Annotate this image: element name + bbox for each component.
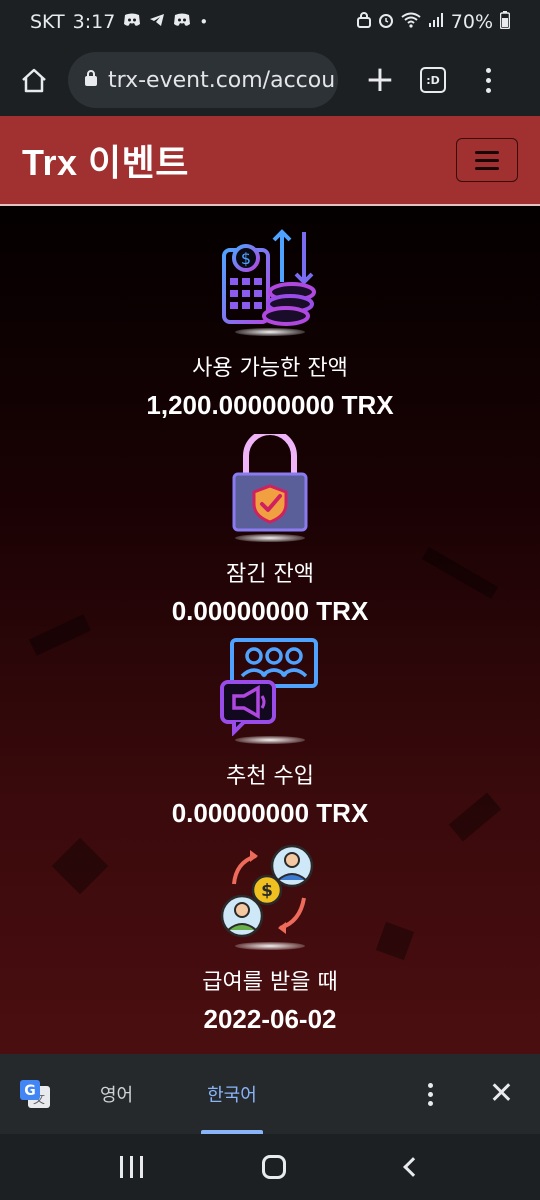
icon-glow — [235, 942, 305, 950]
card-label: 사용 가능한 잔액 — [192, 356, 348, 381]
referral-income-card: 추천 수입 0.00000000 TRX — [0, 636, 540, 829]
lock-icon — [84, 69, 98, 91]
icon-glow — [235, 534, 305, 542]
tab-count-label: :D — [426, 73, 440, 87]
account-content: $ 사용 가능한 잔액 1,200.00000000 TRX 잠긴 잔액 0.0… — [0, 206, 540, 1054]
svg-text:G: G — [24, 1083, 36, 1099]
battery-icon — [499, 11, 511, 33]
wifi-icon — [401, 12, 421, 32]
referral-megaphone-icon — [220, 636, 320, 736]
lock-icon — [356, 12, 371, 32]
tabs-icon[interactable]: :D — [420, 67, 446, 93]
card-value: 0.00000000 TRX — [171, 596, 369, 626]
card-label: 추천 수입 — [226, 764, 314, 789]
discord-icon — [123, 13, 141, 31]
payment-exchange-icon: $ — [220, 842, 320, 942]
source-language-tab[interactable]: 영어 — [100, 1054, 133, 1134]
card-label: 급여를 받을 때 — [202, 970, 338, 995]
status-bar: SKT 3:17 • 70% — [0, 0, 540, 44]
card-value: 0.00000000 TRX — [171, 798, 369, 828]
card-label: 잠긴 잔액 — [226, 562, 314, 587]
back-icon[interactable] — [403, 1157, 424, 1177]
svg-text:$: $ — [261, 881, 273, 901]
payout-date-card: $ 급여를 받을 때 2022-06-02 — [0, 842, 540, 1035]
target-language-tab[interactable]: 한국어 — [201, 1054, 263, 1134]
icon-glow — [235, 736, 305, 744]
telegram-icon — [149, 13, 165, 31]
url-text: trx-event.com/accou — [108, 67, 336, 93]
plus-icon[interactable]: + — [360, 60, 400, 100]
discord-icon — [173, 13, 191, 31]
card-value: 2022-06-02 — [203, 1004, 337, 1034]
available-balance-card: $ 사용 가능한 잔액 1,200.00000000 TRX — [0, 228, 540, 421]
home-icon[interactable] — [262, 1155, 287, 1179]
svg-text:$: $ — [241, 249, 251, 268]
translate-bar: 文 G 영어 한국어 ✕ — [0, 1054, 540, 1134]
hamburger-menu-button[interactable] — [456, 138, 518, 182]
calculator-coins-icon: $ — [220, 228, 320, 328]
icon-glow — [235, 328, 305, 336]
site-brand[interactable]: Trx 이벤트 — [22, 134, 189, 186]
carrier-label: SKT — [30, 11, 65, 33]
site-navbar: Trx 이벤트 — [0, 116, 540, 206]
more-vert-icon[interactable] — [421, 1079, 441, 1109]
address-bar[interactable]: trx-event.com/accou — [68, 52, 338, 108]
battery-percent: 70% — [450, 11, 493, 33]
google-translate-icon[interactable]: 文 G — [18, 1078, 50, 1110]
home-icon[interactable] — [12, 58, 56, 102]
alarm-icon — [378, 12, 394, 32]
padlock-shield-icon — [220, 434, 320, 534]
dot-icon: • — [199, 13, 209, 31]
locked-balance-card: 잠긴 잔액 0.00000000 TRX — [0, 434, 540, 627]
recents-icon[interactable] — [119, 1156, 143, 1178]
clock: 3:17 — [72, 11, 116, 33]
signal-icon — [428, 12, 444, 32]
browser-toolbar: trx-event.com/accou + :D — [0, 44, 540, 116]
close-icon[interactable]: ✕ — [489, 1079, 514, 1109]
more-vert-icon[interactable] — [478, 60, 498, 100]
card-value: 1,200.00000000 TRX — [146, 390, 394, 420]
system-navigation-bar — [0, 1134, 540, 1200]
